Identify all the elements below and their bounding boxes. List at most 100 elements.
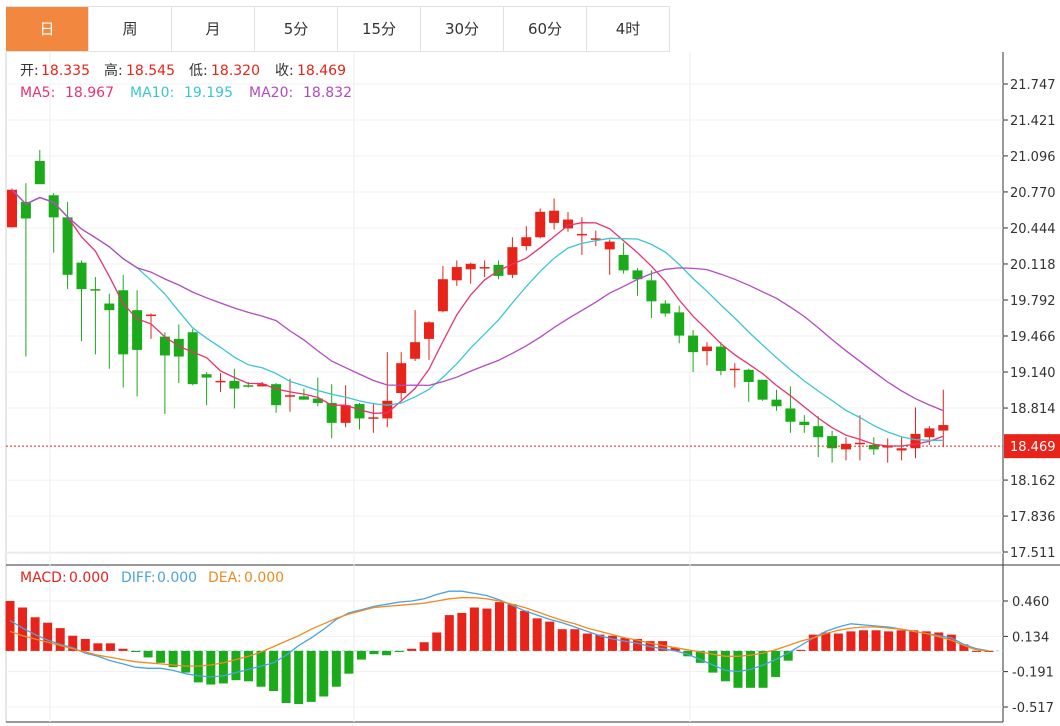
- candle-body: [104, 303, 115, 311]
- macd-bar: [482, 608, 492, 651]
- candle-body: [118, 290, 129, 355]
- candle-body: [34, 161, 45, 185]
- candle-body: [146, 314, 156, 317]
- price-tick-label: 17.836: [1010, 510, 1056, 525]
- macd-bar: [5, 601, 15, 651]
- candle-body: [576, 233, 587, 236]
- candle-body: [743, 369, 754, 382]
- open-value: 18.335: [41, 63, 90, 79]
- macd-bar: [582, 633, 592, 651]
- candle-body: [757, 379, 768, 400]
- last-price-label: 18.469: [1010, 440, 1056, 455]
- price-tick-label: 20.444: [1010, 222, 1056, 237]
- macd-label: MACD:: [20, 570, 67, 586]
- candle-body: [938, 425, 949, 431]
- candle-body: [563, 219, 573, 229]
- candle-body: [451, 267, 462, 281]
- macd-bar: [833, 633, 843, 651]
- candle-body: [437, 279, 448, 312]
- low-label: 低:: [189, 63, 208, 79]
- candle-body: [618, 254, 629, 271]
- macd-bar: [269, 650, 279, 692]
- low-value: 18.320: [211, 63, 260, 79]
- candle-body: [688, 335, 699, 353]
- candle-body: [285, 395, 295, 397]
- candle-body: [715, 346, 726, 371]
- macd-bar: [331, 650, 341, 687]
- macd-bar: [846, 631, 856, 651]
- candle-body: [660, 303, 671, 314]
- macd-bar: [570, 629, 580, 651]
- macd-bar: [281, 650, 291, 703]
- macd-bar: [871, 630, 881, 651]
- candle-body: [368, 417, 379, 419]
- macd-bar: [520, 610, 530, 651]
- candle-body: [90, 289, 101, 291]
- ma10-value: 19.195: [184, 85, 233, 101]
- candle-body: [868, 444, 879, 450]
- price-tick-label: 20.770: [1010, 186, 1056, 201]
- candle-body: [298, 396, 309, 400]
- macd-bar: [532, 618, 542, 651]
- macd-bar: [105, 643, 115, 651]
- price-tick-label: 19.140: [1010, 366, 1056, 381]
- candle-body: [896, 448, 907, 451]
- macd-bar: [796, 649, 806, 651]
- price-tick-label: 21.747: [1010, 78, 1056, 93]
- macd-bar: [143, 650, 153, 658]
- macd-bar: [896, 630, 906, 651]
- macd-bar: [118, 648, 128, 651]
- open-label: 开:: [20, 63, 39, 79]
- macd-bar: [507, 604, 517, 651]
- candle-body: [76, 262, 87, 290]
- macd-bar: [206, 650, 216, 685]
- candle-body: [201, 374, 212, 378]
- high-label: 高:: [104, 62, 123, 79]
- macd-bar: [55, 628, 65, 651]
- macd-bar: [407, 648, 417, 651]
- candle-body: [854, 442, 865, 445]
- macd-bar: [495, 602, 504, 651]
- candle-body: [674, 312, 685, 336]
- macd-value: 0.000: [69, 570, 109, 586]
- macd-bar: [344, 650, 354, 674]
- macd-bar: [93, 643, 103, 651]
- high-value: 18.545: [126, 63, 175, 79]
- candle-body: [729, 368, 740, 371]
- macd-bar: [909, 630, 919, 651]
- macd-bar: [231, 650, 241, 681]
- candle-body: [465, 263, 476, 270]
- candle-body: [243, 385, 254, 387]
- price-tick-label: 20.118: [1010, 258, 1056, 273]
- ma20-label: MA20:: [249, 85, 293, 101]
- price-tick-label: 18.162: [1010, 474, 1056, 489]
- candle-body: [702, 346, 712, 352]
- candle-body: [924, 428, 935, 438]
- macd-tick-label: -0.517: [1012, 701, 1054, 716]
- ma5-label: MA5:: [20, 85, 55, 101]
- price-tick-label: 18.814: [1010, 402, 1056, 417]
- close-label: 收:: [275, 63, 294, 79]
- macd-bar: [884, 631, 894, 651]
- macd-bar: [294, 650, 304, 705]
- macd-bar: [181, 650, 191, 673]
- macd-bar: [394, 650, 404, 652]
- candle-body: [799, 421, 810, 426]
- price-tick-label: 21.096: [1010, 150, 1056, 165]
- macd-bar: [419, 642, 429, 651]
- macd-bar: [771, 650, 781, 677]
- candle-body: [646, 280, 657, 302]
- price-chart[interactable]: 21.747 21.421 21.096 20.770 20.444 20.118 19.7…: [0, 0, 1060, 726]
- macd-bar: [80, 638, 90, 651]
- candle-body: [507, 247, 518, 275]
- dea-label: DEA:: [208, 570, 242, 586]
- macd-bar: [758, 650, 768, 688]
- price-tick-label: 19.466: [1010, 330, 1056, 345]
- macd-bar: [369, 650, 379, 655]
- macd-bar: [858, 630, 868, 651]
- macd-bar: [444, 615, 454, 651]
- candle-body: [424, 322, 434, 339]
- price-tick-label: 17.511: [1010, 546, 1056, 561]
- macd-tick-label: 0.460: [1012, 595, 1049, 610]
- macd-bar: [218, 650, 228, 684]
